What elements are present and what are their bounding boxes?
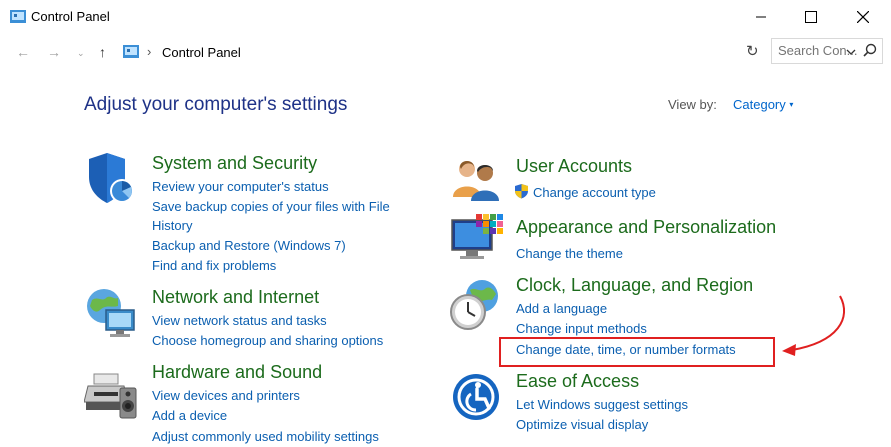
category-network-and-internet[interactable]: Network and Internet <box>152 287 319 308</box>
address-bar: ← → ⌄ ↑ › Control Panel ↻ <box>0 36 891 68</box>
forward-arrow-icon[interactable]: → <box>47 44 61 60</box>
annotation-highlight-box <box>499 337 775 367</box>
category-user-accounts[interactable]: User Accounts <box>516 156 632 177</box>
printer-speaker-icon[interactable] <box>84 366 140 422</box>
back-arrow-icon[interactable]: ← <box>16 44 30 60</box>
control-panel-icon <box>10 10 26 23</box>
ease-of-access-icon[interactable] <box>451 372 501 422</box>
link-review-status[interactable]: Review your computer's status <box>152 179 329 194</box>
link-optimize-visual-display[interactable]: Optimize visual display <box>516 417 648 432</box>
uac-shield-icon <box>515 184 528 199</box>
dropdown-caret-icon: ▾ <box>789 100 794 109</box>
link-windows-suggest-settings[interactable]: Let Windows suggest settings <box>516 397 688 412</box>
link-view-devices-printers[interactable]: View devices and printers <box>152 388 300 403</box>
page-title: Adjust your computer's settings <box>84 94 348 115</box>
link-backup-restore[interactable]: Backup and Restore (Windows 7) <box>152 238 346 253</box>
link-mobility-settings[interactable]: Adjust commonly used mobility settings <box>152 429 379 444</box>
link-change-input-methods[interactable]: Change input methods <box>516 321 647 336</box>
search-input[interactable] <box>778 43 858 58</box>
category-clock-language-region[interactable]: Clock, Language, and Region <box>516 275 753 296</box>
link-homegroup-sharing[interactable]: Choose homegroup and sharing options <box>152 333 383 348</box>
clock-globe-icon[interactable] <box>448 278 502 332</box>
breadcrumb-separator-icon: › <box>147 44 152 59</box>
control-panel-icon <box>123 45 139 58</box>
close-icon <box>857 11 869 23</box>
minimize-icon <box>756 16 766 18</box>
search-icon[interactable] <box>863 43 877 57</box>
link-save-backup-file-history[interactable]: Save backup copies of your files with Fi… <box>152 199 390 214</box>
maximize-button[interactable] <box>788 0 834 34</box>
link-change-account-type[interactable]: Change account type <box>533 185 656 200</box>
link-find-fix-problems[interactable]: Find and fix problems <box>152 258 276 273</box>
refresh-icon[interactable]: ↻ <box>746 42 759 60</box>
maximize-icon <box>805 11 817 23</box>
close-button[interactable] <box>840 0 886 34</box>
security-shield-icon[interactable] <box>85 151 137 207</box>
link-view-network-status[interactable]: View network status and tasks <box>152 313 327 328</box>
window-title: Control Panel <box>31 9 110 24</box>
search-box[interactable] <box>771 38 883 64</box>
category-system-and-security[interactable]: System and Security <box>152 153 317 174</box>
link-add-language[interactable]: Add a language <box>516 301 607 316</box>
link-save-backup-file-history-cont[interactable]: History <box>152 218 192 233</box>
link-add-device[interactable]: Add a device <box>152 408 227 423</box>
title-bar: Control Panel <box>0 0 891 34</box>
minimize-button[interactable] <box>738 0 784 34</box>
address-field[interactable]: › Control Panel <box>118 39 856 66</box>
breadcrumb-control-panel[interactable]: Control Panel <box>162 45 241 60</box>
category-hardware-and-sound[interactable]: Hardware and Sound <box>152 362 322 383</box>
category-appearance-and-personalization[interactable]: Appearance and Personalization <box>516 217 776 238</box>
view-by-label: View by: <box>668 97 717 112</box>
appearance-monitor-icon[interactable] <box>450 212 504 266</box>
view-by-value[interactable]: Category <box>733 97 786 112</box>
network-globe-icon[interactable] <box>84 286 140 340</box>
recent-locations-chevron-icon[interactable]: ⌄ <box>77 48 85 59</box>
up-arrow-icon[interactable]: ↑ <box>99 44 106 60</box>
view-by-dropdown[interactable]: Category ▾ <box>733 97 793 112</box>
link-change-theme[interactable]: Change the theme <box>516 246 623 261</box>
user-accounts-icon[interactable] <box>451 157 501 201</box>
category-ease-of-access[interactable]: Ease of Access <box>516 371 639 392</box>
